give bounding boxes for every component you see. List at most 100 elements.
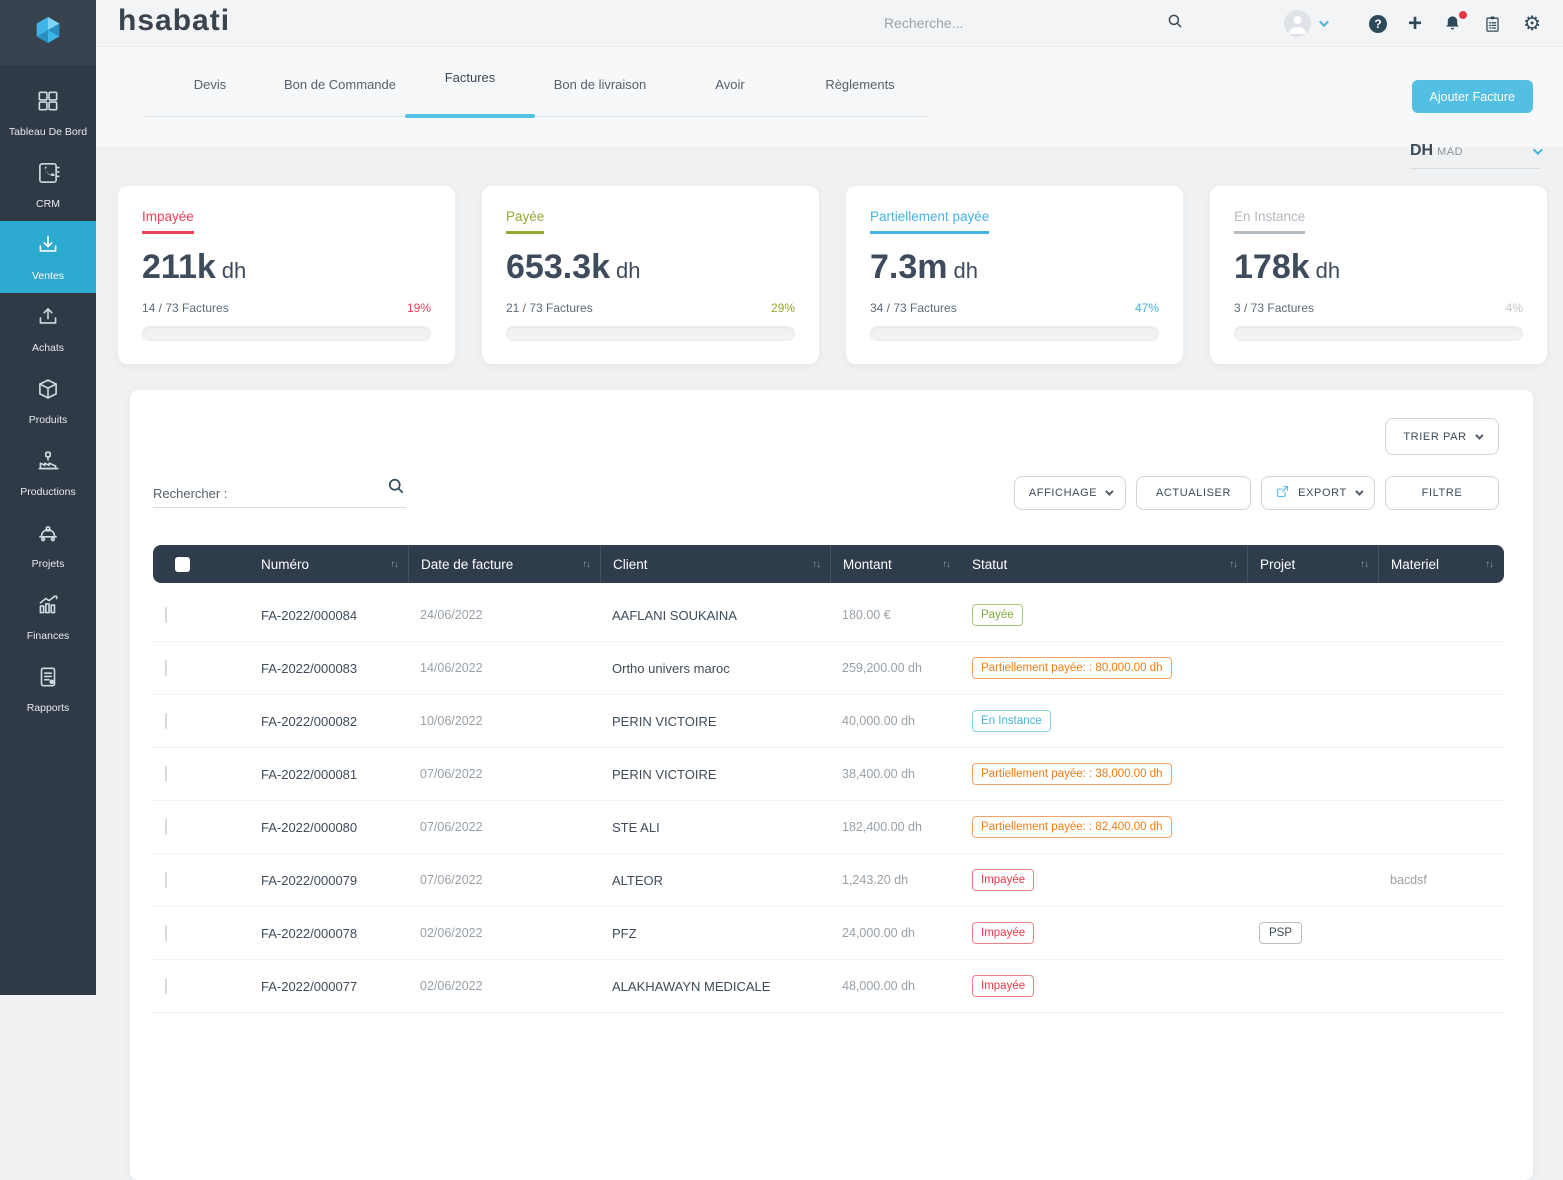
- add-facture-button[interactable]: Ajouter Facture: [1412, 80, 1533, 113]
- sort-icon[interactable]: ↑↓: [390, 559, 398, 570]
- dashboard-grid-icon: [35, 88, 61, 119]
- col-projet: Projet↑↓: [1247, 545, 1378, 583]
- settings-gear-icon[interactable]: ⚙: [1523, 14, 1541, 34]
- table-row[interactable]: FA-2022/000083 14/06/2022 Ortho univers …: [153, 642, 1504, 695]
- topbar-icons: ? + ⚙: [1284, 0, 1541, 47]
- table-row[interactable]: FA-2022/000078 02/06/2022 PFZ 24,000.00 …: [153, 907, 1504, 960]
- table-search[interactable]: Rechercher :: [153, 476, 406, 508]
- chevron-down-icon: [1533, 145, 1543, 155]
- currency-selector[interactable]: DH MAD: [1410, 142, 1540, 169]
- cell-numero: FA-2022/000079: [209, 873, 408, 888]
- sort-icon[interactable]: ↑↓: [1485, 559, 1493, 570]
- cell-date: 07/06/2022: [408, 873, 600, 887]
- row-checkbox[interactable]: [165, 978, 167, 994]
- sort-icon[interactable]: ↑↓: [1360, 559, 1368, 570]
- sidebar-item-label: Achats: [32, 342, 64, 354]
- table-row[interactable]: FA-2022/000084 24/06/2022 AAFLANI SOUKAI…: [153, 589, 1504, 642]
- stat-card-partiellement-payee: Partiellement payée 7.3mdh 34 / 73 Factu…: [846, 186, 1183, 364]
- row-checkbox[interactable]: [165, 607, 167, 623]
- tab-bon-de-livraison[interactable]: Bon de livraison: [535, 63, 665, 116]
- sidebar-nav: Tableau De Bord CRM Ventes: [0, 65, 96, 725]
- row-checkbox[interactable]: [165, 766, 167, 782]
- sidebar-item-tableau-de-bord[interactable]: Tableau De Bord: [0, 77, 96, 149]
- col-numero: Numéro↑↓: [209, 545, 408, 583]
- cell-date: 02/06/2022: [408, 979, 600, 993]
- sidebar-item-crm[interactable]: CRM: [0, 149, 96, 221]
- cell-montant: 182,400.00 dh: [830, 820, 960, 834]
- status-badge: Partiellement payée: : 38,000.00 dh: [972, 763, 1172, 785]
- hard-hat-icon: [35, 520, 61, 551]
- table-row[interactable]: FA-2022/000082 10/06/2022 PERIN VICTOIRE…: [153, 695, 1504, 748]
- sort-icon[interactable]: ↑↓: [942, 559, 950, 570]
- affichage-button[interactable]: AFFICHAGE: [1014, 476, 1126, 510]
- card-percent: 4%: [1506, 301, 1523, 315]
- add-icon[interactable]: +: [1408, 12, 1422, 36]
- row-checkbox[interactable]: [165, 819, 167, 835]
- search-icon[interactable]: [386, 476, 406, 501]
- cell-client: ALAKHAWAYN MEDICALE: [600, 979, 830, 994]
- sort-icon[interactable]: ↑↓: [812, 559, 820, 570]
- table-row[interactable]: FA-2022/000080 07/06/2022 STE ALI 182,40…: [153, 801, 1504, 854]
- tab-avoir[interactable]: Avoir: [665, 63, 795, 116]
- card-value: 7.3m: [870, 248, 948, 286]
- user-menu[interactable]: [1284, 10, 1326, 37]
- tab-bon-de-commande[interactable]: Bon de Commande: [275, 63, 405, 116]
- chevron-down-icon: [1355, 487, 1363, 495]
- filtre-button[interactable]: FILTRE: [1385, 476, 1499, 510]
- sidebar-item-finances[interactable]: Finances: [0, 581, 96, 653]
- search-icon[interactable]: [1166, 12, 1184, 35]
- sidebar-item-ventes[interactable]: Ventes: [0, 221, 96, 293]
- cell-client: STE ALI: [600, 820, 830, 835]
- cell-date: 07/06/2022: [408, 767, 600, 781]
- col-statut: Statut↑↓: [960, 545, 1247, 583]
- col-montant: Montant↑↓: [830, 545, 960, 583]
- cell-materiel: bacdsf: [1378, 873, 1503, 887]
- sidebar-item-achats[interactable]: Achats: [0, 293, 96, 365]
- select-all-checkbox[interactable]: [175, 557, 190, 572]
- table-row[interactable]: FA-2022/000077 02/06/2022 ALAKHAWAYN MED…: [153, 960, 1504, 1013]
- table-row[interactable]: FA-2022/000079 07/06/2022 ALTEOR 1,243.2…: [153, 854, 1504, 907]
- sort-icon[interactable]: ↑↓: [582, 559, 590, 570]
- tab-factures[interactable]: Factures: [405, 63, 535, 116]
- row-checkbox[interactable]: [165, 872, 167, 888]
- sidebar-item-projets[interactable]: Projets: [0, 509, 96, 581]
- cell-client: PERIN VICTOIRE: [600, 767, 830, 782]
- row-checkbox[interactable]: [165, 660, 167, 676]
- progress-bar: [870, 326, 1159, 341]
- sort-icon[interactable]: ↑↓: [1229, 559, 1237, 570]
- cell-numero: FA-2022/000077: [209, 979, 408, 994]
- select-all-cell: [153, 545, 209, 583]
- sort-by-button[interactable]: TRIER PAR: [1385, 418, 1499, 455]
- notifications-bell-icon[interactable]: [1443, 14, 1462, 33]
- stat-cards: Impayée 211kdh 14 / 73 Factures19% Payée…: [118, 186, 1547, 364]
- cube-logo-icon: [30, 12, 66, 53]
- sidebar-item-rapports[interactable]: Rapports: [0, 653, 96, 725]
- help-icon[interactable]: ?: [1369, 15, 1387, 33]
- export-button[interactable]: EXPORT: [1261, 476, 1375, 510]
- sidebar-item-label: Ventes: [32, 270, 64, 282]
- row-checkbox[interactable]: [165, 713, 167, 729]
- global-search-input[interactable]: [884, 15, 1166, 31]
- status-badge: Impayée: [972, 975, 1034, 997]
- tab-reglements[interactable]: Règlements: [795, 63, 925, 116]
- tasks-clipboard-icon[interactable]: [1483, 14, 1502, 34]
- card-count: 14 / 73 Factures: [142, 301, 229, 315]
- actualiser-button[interactable]: ACTUALISER: [1136, 476, 1251, 510]
- global-search: [884, 8, 1184, 38]
- status-badge: Impayée: [972, 869, 1034, 891]
- cell-montant: 259,200.00 dh: [830, 661, 960, 675]
- user-avatar[interactable]: [1284, 10, 1311, 37]
- sidebar-item-produits[interactable]: Produits: [0, 365, 96, 437]
- sidebar-item-productions[interactable]: Productions: [0, 437, 96, 509]
- export-icon: [1275, 484, 1290, 502]
- card-label: Impayée: [142, 209, 194, 234]
- brand-logo[interactable]: hsabati: [118, 4, 230, 38]
- tab-devis[interactable]: Devis: [145, 63, 275, 116]
- card-label: Payée: [506, 209, 544, 234]
- row-checkbox[interactable]: [165, 925, 167, 941]
- brand-cube-logo[interactable]: [0, 0, 96, 65]
- cell-date: 10/06/2022: [408, 714, 600, 728]
- card-count: 21 / 73 Factures: [506, 301, 593, 315]
- table-row[interactable]: FA-2022/000081 07/06/2022 PERIN VICTOIRE…: [153, 748, 1504, 801]
- card-percent: 47%: [1135, 301, 1159, 315]
